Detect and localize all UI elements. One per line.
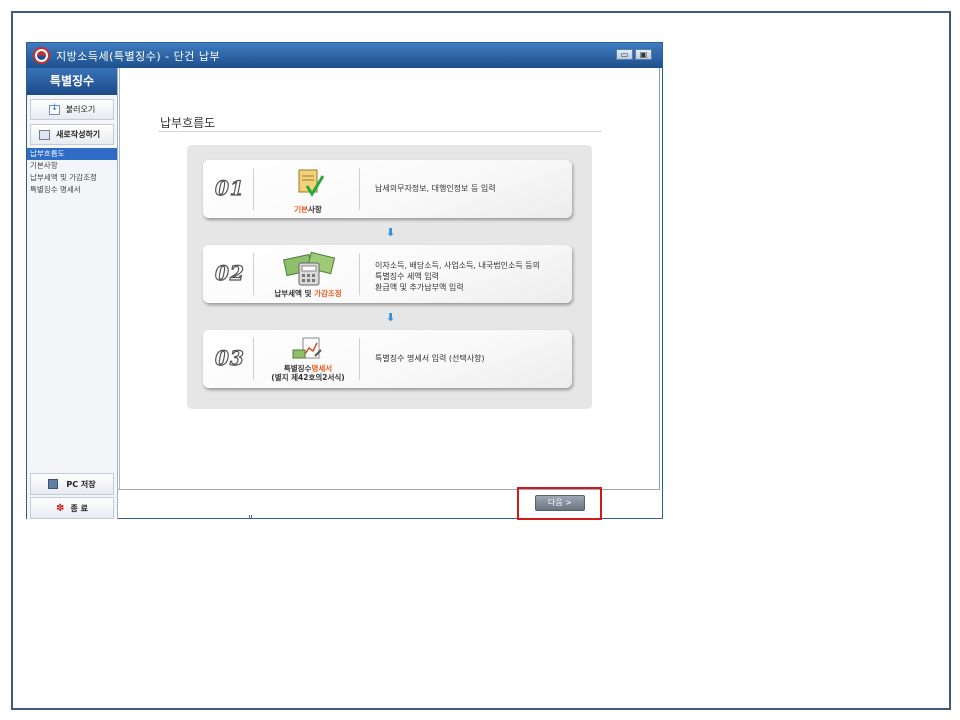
step-number: 03: [214, 345, 245, 370]
divider: [253, 253, 254, 295]
description-line: 납세의무자정보, 대행인정보 등 입력: [375, 184, 496, 193]
minimize-button[interactable]: ▭: [616, 49, 633, 60]
sidebar-item-statement[interactable]: 특별징수 명세서: [27, 184, 117, 196]
app-logo-icon: [33, 47, 50, 64]
window-title: 지방소득세(특별징수) - 단건 납부: [56, 49, 221, 63]
new-document-label: 새로작성하기: [56, 130, 101, 139]
stray-mark: [249, 515, 252, 519]
sidebar-item-flow[interactable]: 납부흐름도: [27, 148, 117, 160]
step-caption-text: 사항: [308, 205, 322, 214]
new-document-button[interactable]: 새로작성하기: [30, 124, 114, 145]
down-arrow-icon: ⬇: [386, 226, 396, 239]
description-line: 특별징수 세액 입력: [375, 272, 439, 281]
divider: [359, 338, 360, 380]
divider: [253, 168, 254, 210]
step-caption-highlight: 가감조정: [314, 289, 342, 298]
down-arrow-icon: ⬇: [386, 311, 396, 324]
step-card-2: 02 납부세액 및 가감조정 이자소득, 배당소득, 사업소득, 내국법인소득 …: [203, 245, 572, 303]
load-file-icon: [48, 103, 60, 115]
restore-button[interactable]: ▣: [635, 49, 652, 60]
step-caption-highlight: 명세서: [311, 364, 333, 373]
app-window: 지방소득세(특별징수) - 단건 납부 ▭ ▣ 특별징수 불러오기 새로작성하기…: [26, 42, 663, 519]
step-card-3: 03 특별징수명세서 (별지 제42호의2서식) 특별징수 명세서 입력 (선택…: [203, 330, 572, 388]
save-pc-label: PC 저장: [66, 479, 96, 489]
main-content: 납부흐름도 01 기본사항 납세의무자정보, 대행인정보 등 입력 ⬇ 02 납…: [119, 68, 660, 490]
sidebar: 특별징수 불러오기 새로작성하기 납부흐름도 기본사항 납부세액 및 가감조정 …: [27, 68, 118, 519]
exit-button[interactable]: ✽ 종 료: [30, 497, 114, 519]
step-card-1: 01 기본사항 납세의무자정보, 대행인정보 등 입력: [203, 160, 572, 218]
description-line: 환급액 및 추가납부액 입력: [375, 283, 464, 292]
step-caption: 납부세액 및 가감조정: [263, 289, 353, 298]
exit-icon: ✽: [56, 502, 65, 514]
description-line: 특별징수 명세서 입력 (선택사항): [375, 354, 485, 363]
description-line: 이자소득, 배당소득, 사업소득, 내국법인소득 등의: [375, 261, 540, 270]
step-number: 01: [214, 175, 245, 200]
new-document-icon: [39, 129, 50, 140]
sidebar-item-tax-adjustment[interactable]: 납부세액 및 가감조정: [27, 172, 117, 184]
flow-panel: 01 기본사항 납세의무자정보, 대행인정보 등 입력 ⬇ 02 납부세액 및 …: [187, 145, 592, 409]
step-caption-highlight: 기본: [294, 205, 308, 214]
step-number: 02: [214, 260, 245, 285]
sidebar-menu: 납부흐름도 기본사항 납부세액 및 가감조정 특별징수 명세서: [27, 148, 117, 196]
load-button[interactable]: 불러오기: [30, 99, 114, 120]
step-description: 이자소득, 배당소득, 사업소득, 내국법인소득 등의 특별징수 세액 입력 환…: [375, 260, 540, 293]
step-caption: 기본사항: [263, 205, 353, 214]
step-description: 특별징수 명세서 입력 (선택사항): [375, 353, 485, 364]
sidebar-item-basic-info[interactable]: 기본사항: [27, 160, 117, 172]
exit-label: 종 료: [70, 503, 88, 513]
divider: [359, 253, 360, 295]
next-button-highlight: [517, 487, 602, 520]
step-caption-text: 특별징수: [283, 364, 312, 373]
save-pc-button[interactable]: PC 저장: [30, 473, 114, 495]
step-caption-text: 납부세액 및: [274, 289, 315, 298]
window-controls: ▭ ▣: [616, 49, 652, 60]
sidebar-header: 특별징수: [27, 68, 117, 95]
divider: [359, 168, 360, 210]
step-caption: 특별징수명세서 (별지 제42호의2서식): [263, 364, 353, 382]
step-caption-form: (별지 제42호의2서식): [271, 373, 345, 382]
title-bar: 지방소득세(특별징수) - 단건 납부 ▭ ▣: [27, 43, 662, 68]
title-divider: [158, 131, 602, 132]
page-title: 납부흐름도: [160, 116, 216, 130]
divider: [253, 338, 254, 380]
load-button-label: 불러오기: [65, 105, 96, 114]
sidebar-bottom: PC 저장 ✽ 종 료: [27, 471, 117, 519]
step-description: 납세의무자정보, 대행인정보 등 입력: [375, 183, 496, 194]
save-disk-icon: [48, 479, 59, 489]
